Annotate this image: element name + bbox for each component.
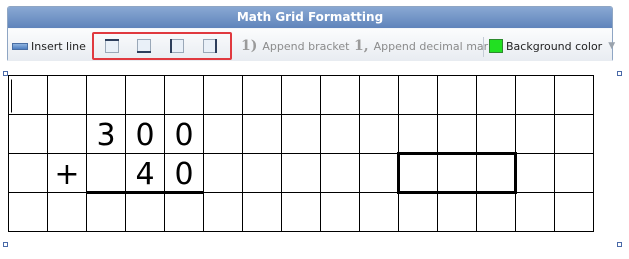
grid-cell[interactable] [320,75,360,115]
grid-cell[interactable] [515,153,555,193]
grid-cell[interactable] [359,114,399,154]
grid-cell[interactable] [554,153,594,193]
grid-cell[interactable] [554,114,594,154]
grid-cell[interactable] [125,192,165,232]
border-bottom-icon [137,39,151,53]
grid-cell[interactable] [437,114,477,154]
border-left-icon [170,39,184,53]
grid-cell[interactable] [86,153,126,193]
grid-cell[interactable] [47,114,87,154]
grid-cell-text: 0 [174,118,193,153]
grid-cell[interactable] [164,75,204,115]
grid-cell-text: 0 [174,157,193,192]
grid-cell[interactable] [242,153,282,193]
grid-cell[interactable] [8,153,48,193]
grid-cell[interactable] [476,153,516,193]
insert-line-button[interactable]: Insert line [12,37,86,55]
insert-line-icon [12,42,28,50]
grid-cell[interactable] [8,114,48,154]
grid-cell[interactable] [437,192,477,232]
math-grid-toolbar: Math Grid Formatting Insert line 1) Appe… [7,6,615,61]
grid-cell[interactable] [515,75,555,115]
grid-cell[interactable] [398,75,438,115]
append-bracket-label: Append bracket [262,39,350,53]
grid-cell-text: + [54,157,79,192]
grid-cell[interactable] [203,153,243,193]
grid-cell[interactable] [242,114,282,154]
background-color-button[interactable]: Background color ▼ [489,37,615,55]
append-decimal-mark-button[interactable]: 1, Append decimal mark [354,37,495,55]
color-swatch-icon [489,39,503,53]
border-top-button[interactable] [104,38,120,54]
grid-cell[interactable] [554,75,594,115]
math-grid[interactable]: 3 0 0 +4 0 [8,75,598,235]
grid-cell[interactable] [476,192,516,232]
grid-cell[interactable] [8,75,48,115]
resize-handle-bottom-left[interactable] [3,242,8,247]
grid-cell[interactable] [203,192,243,232]
grid-cell[interactable] [125,75,165,115]
grid-cell[interactable] [47,192,87,232]
grid-cell[interactable] [398,114,438,154]
dropdown-arrow-icon[interactable]: ▼ [608,41,615,51]
grid-cell[interactable] [515,114,555,154]
grid-cell[interactable] [515,192,555,232]
grid-cell-text: 4 [135,157,154,192]
insert-line-label: Insert line [31,39,86,53]
grid-cell[interactable] [398,153,438,193]
grid-cell[interactable] [164,192,204,232]
append-bracket-button[interactable]: 1) Append bracket [241,37,349,55]
border-bottom-button[interactable] [136,38,152,54]
grid-cell-text: 0 [135,118,154,153]
grid-cell[interactable] [359,153,399,193]
grid-cell[interactable] [437,153,477,193]
grid-cell[interactable] [8,192,48,232]
grid-cell[interactable] [554,192,594,232]
toolbar-row: Insert line 1) Append bracket 1, Append … [8,29,615,61]
grid-cell[interactable] [281,192,321,232]
background-color-label: Background color [506,39,603,53]
bracket-icon: 1) [241,38,258,54]
grid-cell[interactable] [476,75,516,115]
resize-handle-bottom-right[interactable] [617,242,622,247]
math-grid-canvas[interactable]: 3 0 0+ 4 0 [8,75,598,235]
decimal-mark-icon: 1, [354,38,369,54]
grid-cell[interactable] [476,114,516,154]
append-decimal-mark-label: Append decimal mark [373,39,495,53]
grid-cell[interactable] [86,75,126,115]
grid-cell[interactable] [281,114,321,154]
grid-cell[interactable] [242,75,282,115]
toolbar-separator [483,37,484,57]
border-right-button[interactable] [202,38,218,54]
grid-cell-text: 3 [96,118,115,153]
grid-cell[interactable] [203,114,243,154]
grid-cell[interactable] [320,192,360,232]
border-left-button[interactable] [169,38,185,54]
grid-cell[interactable] [320,153,360,193]
grid-cell[interactable] [359,192,399,232]
border-right-icon [203,39,217,53]
grid-cell[interactable] [242,192,282,232]
grid-cell[interactable] [47,75,87,115]
border-top-icon [105,39,119,53]
grid-cell[interactable] [281,153,321,193]
grid-cell[interactable] [320,114,360,154]
grid-cell[interactable] [437,75,477,115]
grid-cell[interactable] [281,75,321,115]
grid-cell[interactable] [203,75,243,115]
grid-cell[interactable] [86,192,126,232]
resize-handle-top-right[interactable] [617,71,622,76]
grid-cell[interactable] [359,75,399,115]
grid-cell[interactable] [398,192,438,232]
toolbar-title: Math Grid Formatting [8,7,612,28]
